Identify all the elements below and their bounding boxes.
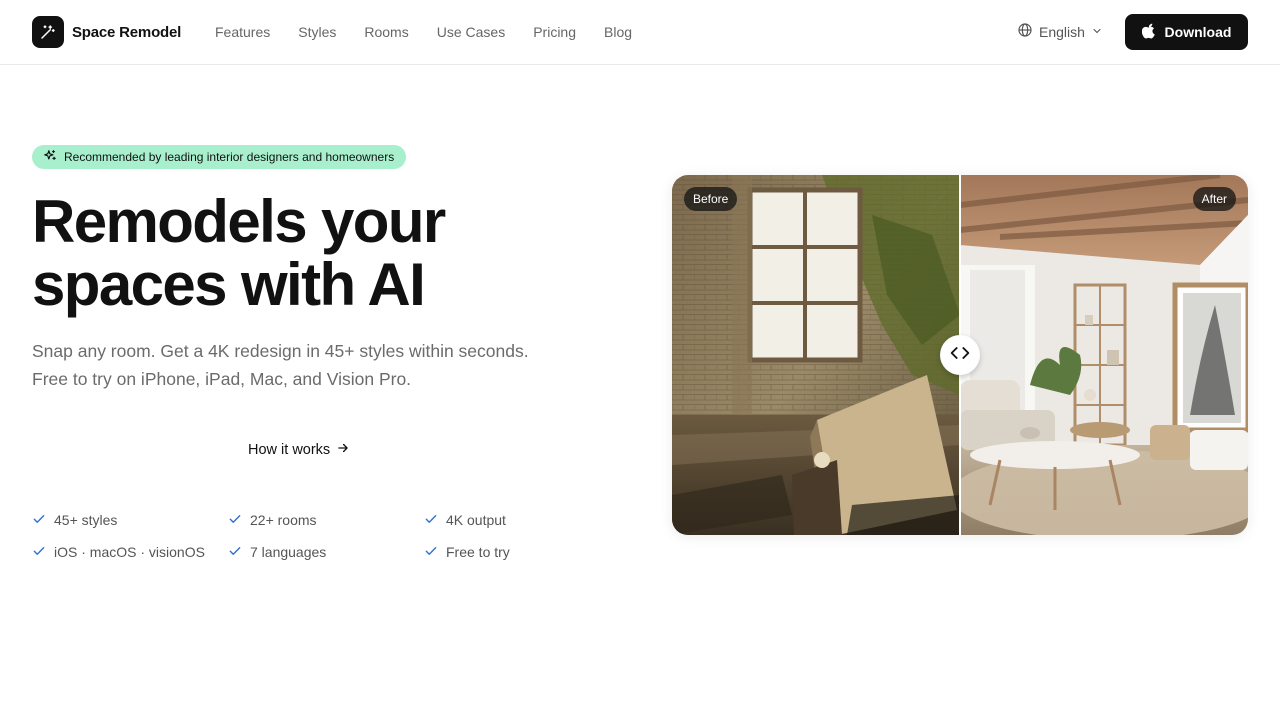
nav-rooms[interactable]: Rooms: [364, 24, 408, 40]
check-icon: [32, 512, 46, 529]
brand-logo[interactable]: Space Remodel: [32, 16, 181, 48]
feature-item: iOS · macOS · visionOS: [32, 542, 228, 562]
main-nav: Features Styles Rooms Use Cases Pricing …: [215, 0, 632, 64]
download-button[interactable]: Download: [1125, 14, 1248, 50]
nav-styles[interactable]: Styles: [298, 24, 336, 40]
code-brackets-icon: [950, 346, 970, 365]
feature-item: 4K output: [424, 510, 620, 530]
chevron-down-icon: [1091, 24, 1103, 40]
headline-line-2: spaces with AI: [32, 251, 426, 318]
language-selector[interactable]: English: [1017, 22, 1103, 41]
feature-list: 45+ styles 22+ rooms 4K output iOS · mac…: [32, 510, 632, 562]
before-image: [672, 175, 960, 535]
check-icon: [228, 544, 242, 561]
site-header: Space Remodel Features Styles Rooms Use …: [0, 0, 1280, 65]
feature-label: 45+ styles: [54, 512, 118, 528]
feature-label: iOS · macOS · visionOS: [54, 544, 205, 560]
check-icon: [424, 544, 438, 561]
hero-headline: Remodels your spaces with AI: [32, 190, 592, 316]
recommendation-badge: Recommended by leading interior designer…: [32, 145, 407, 169]
nav-use-cases[interactable]: Use Cases: [437, 24, 505, 40]
magic-wand-icon: [32, 16, 64, 48]
feature-label: 4K output: [446, 512, 506, 528]
arrow-right-icon: [336, 441, 350, 459]
feature-item: 22+ rooms: [228, 510, 424, 530]
check-icon: [228, 512, 242, 529]
check-icon: [424, 512, 438, 529]
headline-line-1: Remodels your: [32, 188, 446, 255]
globe-icon: [1017, 22, 1033, 41]
feature-label: 22+ rooms: [250, 512, 317, 528]
download-label: Download: [1164, 24, 1232, 40]
subtitle-line-2: Free to try on iPhone, iPad, Mac, and Vi…: [32, 369, 412, 389]
hero-subtitle: Snap any room. Get a 4K redesign in 45+ …: [32, 337, 612, 393]
nav-blog[interactable]: Blog: [604, 24, 632, 40]
subtitle-line-1: Snap any room. Get a 4K redesign in 45+ …: [32, 341, 529, 361]
slider-handle[interactable]: [940, 335, 980, 375]
nav-features[interactable]: Features: [215, 24, 270, 40]
before-after-slider[interactable]: Before After: [672, 175, 1248, 535]
feature-item: Free to try: [424, 542, 620, 562]
language-label: English: [1039, 23, 1085, 40]
feature-label: 7 languages: [250, 544, 327, 560]
brand-name: Space Remodel: [72, 23, 182, 41]
feature-item: 7 languages: [228, 542, 424, 562]
how-it-works-label: How it works: [248, 442, 331, 458]
sparkles-icon: [43, 149, 57, 166]
feature-item: 45+ styles: [32, 510, 228, 530]
after-tag: After: [1192, 187, 1236, 211]
feature-label: Free to try: [446, 544, 510, 560]
how-it-works-link[interactable]: How it works: [248, 441, 350, 459]
before-tag: Before: [684, 187, 738, 211]
nav-pricing[interactable]: Pricing: [533, 24, 576, 40]
badge-text: Recommended by leading interior designer…: [64, 150, 395, 164]
check-icon: [32, 544, 46, 561]
apple-icon: [1141, 23, 1157, 42]
after-image: [960, 175, 1248, 535]
